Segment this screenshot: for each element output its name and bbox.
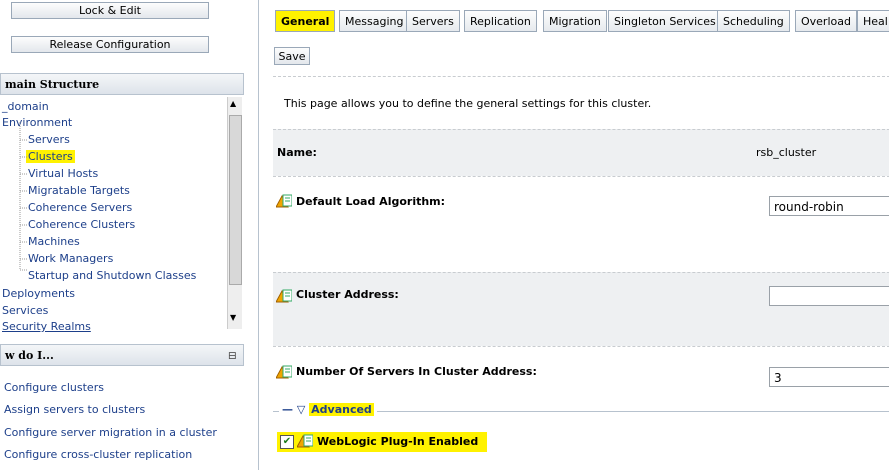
tree-item-virtual-hosts[interactable]: Virtual Hosts: [28, 167, 98, 180]
name-label: Name:: [277, 146, 317, 159]
tree-item-security-realms[interactable]: Security Realms: [2, 320, 91, 333]
collapse-icon[interactable]: ⊟: [228, 345, 237, 367]
tab-scheduling[interactable]: Scheduling: [717, 10, 790, 32]
tree-item-work-managers[interactable]: Work Managers: [28, 252, 113, 265]
config-change-icon: [275, 194, 293, 208]
tab-messaging[interactable]: Messaging: [339, 10, 410, 32]
scroll-down-icon[interactable]: ▼: [230, 313, 236, 322]
tab-overload[interactable]: Overload: [795, 10, 857, 32]
release-configuration-button[interactable]: Release Configuration: [11, 36, 209, 53]
tree-item-services[interactable]: Services: [2, 304, 48, 317]
link-configure-clusters[interactable]: Configure clusters: [4, 381, 104, 394]
tree-item-migratable-targets[interactable]: Migratable Targets: [28, 184, 130, 197]
scroll-up-icon[interactable]: ▲: [230, 99, 236, 108]
default-load-algorithm-label: Default Load Algorithm:: [296, 195, 446, 208]
tree-item-domain[interactable]: _domain: [2, 100, 49, 113]
tree-item-servers[interactable]: Servers: [28, 133, 70, 146]
link-configure-migration[interactable]: Configure server migration in a cluster: [4, 426, 217, 439]
left-panel: Lock & Edit Release Configuration main S…: [0, 0, 246, 470]
tree-item-startup-shutdown[interactable]: Startup and Shutdown Classes: [28, 269, 196, 282]
tree-item-coherence-servers[interactable]: Coherence Servers: [28, 201, 132, 214]
tree-item-coherence-clusters[interactable]: Coherence Clusters: [28, 218, 135, 231]
tree-item-machines[interactable]: Machines: [28, 235, 80, 248]
tab-servers[interactable]: Servers: [406, 10, 460, 32]
weblogic-plugin-checkbox[interactable]: ✔: [280, 435, 294, 449]
tab-replication[interactable]: Replication: [464, 10, 537, 32]
intro-text: This page allows you to define the gener…: [284, 97, 652, 110]
scroll-thumb[interactable]: [229, 115, 242, 285]
config-change-icon: [296, 434, 314, 448]
advanced-toggle[interactable]: — ▽ Advanced: [279, 403, 377, 416]
advanced-label: Advanced: [309, 403, 374, 416]
divider: [273, 346, 889, 347]
config-change-icon: [275, 365, 293, 379]
cluster-address-row: [273, 272, 889, 346]
tree-connectors: [19, 122, 28, 271]
default-load-algorithm-select[interactable]: round-robin: [769, 196, 889, 216]
num-servers-input[interactable]: 3: [769, 367, 889, 387]
tree-scrollbar[interactable]: ▲ ▼: [227, 97, 242, 329]
link-assign-servers[interactable]: Assign servers to clusters: [4, 403, 145, 416]
link-cross-cluster-replication[interactable]: Configure cross-cluster replication: [4, 448, 192, 461]
tab-singleton-services[interactable]: Singleton Services: [608, 10, 722, 32]
cluster-address-label: Cluster Address:: [296, 288, 399, 301]
name-value: rsb_cluster: [756, 146, 817, 159]
how-do-i-title: w do I...: [5, 349, 54, 362]
divider: [273, 76, 889, 77]
main-content: General Messaging Servers Replication Mi…: [258, 0, 889, 470]
tree-item-deployments[interactable]: Deployments: [2, 287, 75, 300]
tab-health[interactable]: Heal: [857, 10, 889, 32]
domain-structure-header: main Structure: [0, 73, 244, 95]
weblogic-plugin-label: WebLogic Plug-In Enabled: [317, 435, 479, 448]
tree-item-environment[interactable]: Environment: [2, 116, 72, 129]
divider: [273, 176, 889, 177]
tab-general[interactable]: General: [275, 10, 336, 32]
save-button[interactable]: Save: [274, 47, 310, 65]
lock-edit-button[interactable]: Lock & Edit: [11, 2, 209, 19]
tree-item-clusters[interactable]: Clusters: [26, 150, 75, 163]
how-do-i-header: w do I... ⊟: [0, 344, 244, 366]
chevron-down-icon: — ▽: [282, 403, 306, 416]
config-change-icon: [275, 289, 293, 303]
num-servers-label: Number Of Servers In Cluster Address:: [296, 365, 537, 378]
tab-migration[interactable]: Migration: [543, 10, 607, 32]
cluster-address-input[interactable]: [769, 286, 889, 306]
